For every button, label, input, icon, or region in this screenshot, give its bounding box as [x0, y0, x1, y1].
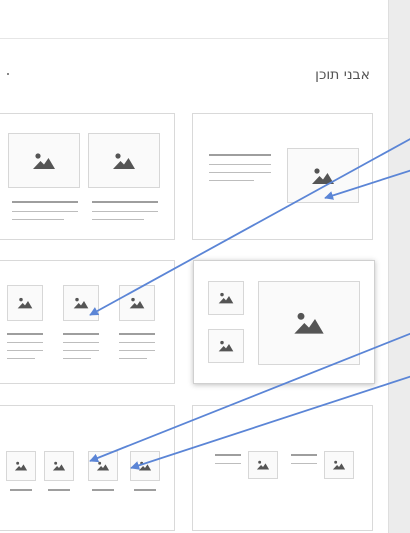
image-placeholder: [130, 451, 160, 481]
block-line: [134, 489, 156, 491]
block-two-small-one-large-image[interactable]: [193, 260, 375, 384]
image-icon: [52, 461, 66, 471]
block-three-images-with-text[interactable]: [0, 260, 175, 384]
image-icon: [256, 460, 270, 470]
block-line: [48, 489, 70, 491]
block-line: [119, 342, 155, 343]
image-icon: [293, 311, 325, 335]
image-icon: [138, 461, 152, 471]
block-text-image[interactable]: [192, 113, 373, 240]
image-icon: [32, 152, 56, 170]
block-line: [63, 350, 99, 351]
image-placeholder: [258, 281, 360, 365]
block-line: [291, 454, 317, 456]
image-placeholder: [63, 285, 99, 321]
block-line: [92, 219, 144, 220]
block-line: [63, 358, 91, 359]
header-divider: [0, 38, 388, 39]
image-icon: [17, 297, 33, 309]
image-placeholder: [6, 451, 36, 481]
block-line: [215, 454, 241, 456]
image-placeholder: [88, 133, 160, 188]
block-line: [10, 489, 32, 491]
block-line: [119, 333, 155, 335]
image-icon: [14, 461, 28, 471]
image-placeholder: [88, 451, 118, 481]
block-line: [92, 201, 158, 203]
panel-title: אבני תוכן: [315, 67, 370, 83]
image-placeholder: [324, 451, 354, 479]
image-placeholder: [248, 451, 278, 479]
block-line: [119, 358, 147, 359]
block-line: [92, 489, 114, 491]
truncated-text-mark: [7, 73, 9, 75]
content-blocks-panel: אבני תוכן: [0, 0, 388, 533]
image-placeholder: [7, 285, 43, 321]
block-line: [12, 211, 78, 212]
image-icon: [129, 297, 145, 309]
image-icon: [311, 167, 335, 185]
block-line: [7, 333, 43, 335]
image-placeholder: [119, 285, 155, 321]
block-line: [12, 201, 78, 203]
block-line: [209, 154, 271, 156]
block-text-image-pairs[interactable]: [192, 405, 373, 531]
block-line: [7, 350, 43, 351]
block-line: [7, 358, 35, 359]
panel-scrollbar[interactable]: [388, 0, 410, 533]
image-placeholder: [208, 281, 244, 315]
block-line: [7, 342, 43, 343]
block-line: [209, 164, 271, 165]
image-placeholder: [44, 451, 74, 481]
block-line: [12, 219, 64, 220]
block-four-images-with-text[interactable]: [0, 405, 175, 531]
image-icon: [218, 340, 234, 352]
block-two-images-with-text[interactable]: [0, 113, 175, 240]
image-icon: [332, 460, 346, 470]
image-placeholder: [8, 133, 80, 188]
image-icon: [73, 297, 89, 309]
block-line: [119, 350, 155, 351]
block-line: [291, 463, 317, 464]
block-line: [209, 180, 254, 181]
image-placeholder: [287, 148, 359, 203]
image-icon: [218, 292, 234, 304]
image-icon: [112, 152, 136, 170]
image-icon: [96, 461, 110, 471]
block-line: [209, 172, 271, 173]
image-placeholder: [208, 329, 244, 363]
block-line: [215, 463, 241, 464]
block-line: [92, 211, 158, 212]
block-line: [63, 342, 99, 343]
block-line: [63, 333, 99, 335]
